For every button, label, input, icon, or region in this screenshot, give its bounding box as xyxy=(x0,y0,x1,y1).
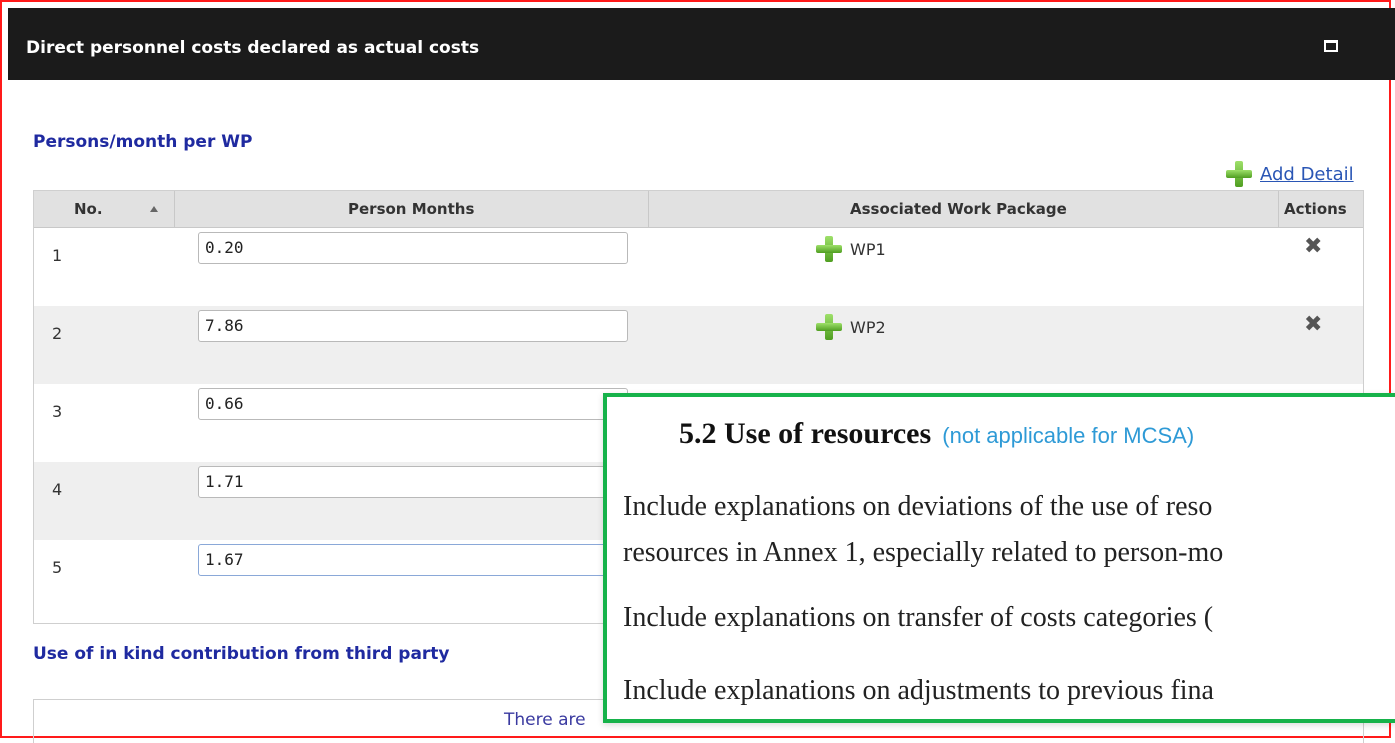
plus-icon[interactable] xyxy=(816,236,842,262)
delete-icon[interactable]: ✖ xyxy=(1304,312,1322,337)
overlay-line: resources in Annex 1, especially related… xyxy=(623,537,1224,568)
column-header-no[interactable]: No. xyxy=(74,191,103,227)
delete-icon[interactable]: ✖ xyxy=(1304,234,1322,259)
table-row: 2 7.86 WP2 ✖ xyxy=(34,306,1363,384)
overlay-line: Include explanations on deviations of th… xyxy=(623,491,1213,522)
person-months-input[interactable]: 0.66 xyxy=(198,388,628,420)
row-number: 4 xyxy=(52,480,63,499)
overlay-line: Include explanations on transfer of cost… xyxy=(623,602,1214,633)
add-detail-button[interactable]: Add Detail xyxy=(1226,160,1354,188)
row-number: 1 xyxy=(52,246,63,265)
grid-header: No. Person Months Associated Work Packag… xyxy=(34,191,1363,228)
window-title: Direct personnel costs declared as actua… xyxy=(26,38,480,58)
work-package-label: WP2 xyxy=(850,317,886,337)
sort-ascending-icon[interactable] xyxy=(150,206,158,212)
plus-icon[interactable] xyxy=(816,314,842,340)
add-detail-link[interactable]: Add Detail xyxy=(1260,164,1354,185)
section-title-persons-per-wp: Persons/month per WP xyxy=(33,132,253,152)
overlay-heading-row: 5.2 Use of resources (not applicable for… xyxy=(679,417,1194,451)
maximize-icon[interactable] xyxy=(1324,40,1338,52)
column-header-actions: Actions xyxy=(1284,200,1347,218)
section-title-in-kind: Use of in kind contribution from third p… xyxy=(33,644,450,664)
table-row: 1 0.20 WP1 ✖ xyxy=(34,228,1363,306)
empty-message: There are xyxy=(504,710,586,730)
document-excerpt-overlay: 5.2 Use of resources (not applicable for… xyxy=(603,393,1395,723)
work-package-cell[interactable]: WP2 xyxy=(816,314,886,340)
overlay-heading: 5.2 Use of resources xyxy=(679,417,932,450)
row-number: 2 xyxy=(52,324,63,343)
window-title-bar: Direct personnel costs declared as actua… xyxy=(8,8,1395,80)
person-months-input[interactable]: 1.71 xyxy=(198,466,628,498)
work-package-label: WP1 xyxy=(850,239,886,259)
plus-icon xyxy=(1226,161,1252,187)
row-number: 5 xyxy=(52,558,63,577)
column-header-person-months[interactable]: Person Months xyxy=(348,191,474,227)
person-months-input[interactable]: 1.67 xyxy=(198,544,628,576)
person-months-input[interactable]: 7.86 xyxy=(198,310,628,342)
overlay-heading-note: (not applicable for MCSA) xyxy=(942,423,1195,448)
row-number: 3 xyxy=(52,402,63,421)
overlay-line: Include explanations on adjustments to p… xyxy=(623,675,1214,706)
work-package-cell[interactable]: WP1 xyxy=(816,236,886,262)
column-header-work-package[interactable]: Associated Work Package xyxy=(850,191,1067,227)
person-months-input[interactable]: 0.20 xyxy=(198,232,628,264)
